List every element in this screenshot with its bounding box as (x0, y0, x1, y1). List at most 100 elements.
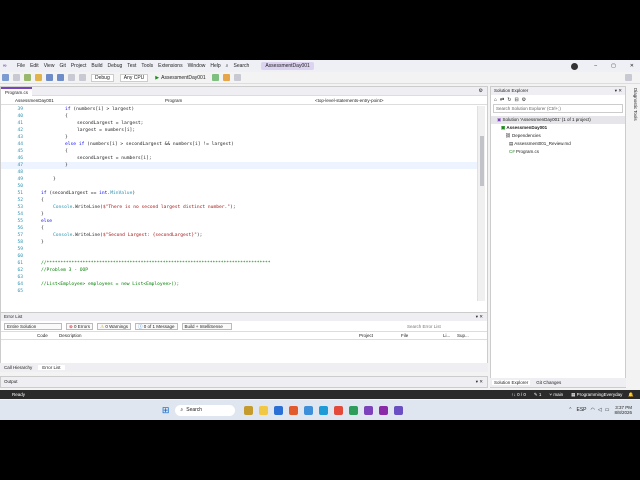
redo-icon[interactable] (79, 74, 86, 81)
taskbar-search[interactable]: ⌕ Search (175, 404, 236, 416)
member-nav-dropdown[interactable]: <top-level-statements-entry-point> (301, 98, 451, 103)
code-line[interactable]: 63 (1, 274, 477, 281)
code-line[interactable]: 40 { (1, 113, 477, 120)
onenote-icon[interactable] (379, 405, 389, 415)
code-line[interactable]: 60 (1, 253, 477, 260)
properties-icon[interactable]: ⚙ (522, 97, 526, 103)
maximize-icon[interactable]: ▢ (611, 63, 616, 69)
col-file[interactable]: File (401, 333, 443, 338)
language-indicator[interactable]: ESP (577, 407, 587, 413)
code-line[interactable]: 54} (1, 211, 477, 218)
close-icon[interactable]: ✕ (630, 63, 634, 69)
solution-search-input[interactable]: Search Solution Explorer (Ctrl+;) (493, 104, 623, 113)
code-line[interactable]: 42 largest = numbers[i]; (1, 127, 477, 134)
tab-git-changes[interactable]: Git Changes (536, 380, 561, 385)
code-line[interactable]: 64 //List<Employee> employees = new List<… (1, 281, 477, 288)
open-icon[interactable] (35, 74, 42, 81)
warnings-filter[interactable]: ⚠ 0 Warnings (97, 322, 131, 330)
code-line[interactable]: 47} (1, 162, 477, 169)
platform-dropdown[interactable]: Any CPU (119, 73, 149, 82)
hot-reload-icon[interactable] (222, 74, 230, 81)
undo-icon[interactable] (68, 74, 75, 81)
clock[interactable]: 3:37 PM 8/8/2026 (614, 405, 632, 415)
col-code[interactable]: Code (37, 333, 59, 338)
output-close-icon[interactable]: ▾ ✕ (476, 377, 483, 387)
scrollbar-thumb[interactable] (480, 136, 484, 186)
code-line[interactable]: 61 //************************************… (1, 260, 477, 267)
editor-scrollbar[interactable] (477, 106, 485, 301)
code-line[interactable]: 57 Console.WriteLine($"Second Largest: {s… (1, 232, 477, 239)
col-project[interactable]: Project (359, 333, 401, 338)
menu-build[interactable]: Build (91, 63, 102, 69)
run-button[interactable]: ▶ AssessmentDay001 (155, 75, 205, 81)
start-without-debugging-icon[interactable] (211, 74, 219, 81)
code-line[interactable]: 46 secondLargest = numbers[i]; (1, 155, 477, 162)
menu-view[interactable]: View (44, 63, 55, 69)
col-description[interactable]: Description (59, 333, 359, 338)
scope-dropdown[interactable]: Entire Solution (4, 322, 62, 330)
code-line[interactable]: 48 (1, 169, 477, 176)
git-pending-changes[interactable]: ✎ 1 (534, 392, 542, 398)
code-line[interactable]: 52 { (1, 197, 477, 204)
code-line[interactable]: 44 else if (numbers[i] > secondLargest &&… (1, 141, 477, 148)
code-line[interactable]: 55 else (1, 218, 477, 225)
code-line[interactable]: 50 (1, 183, 477, 190)
edge-icon[interactable] (319, 405, 329, 415)
project-nav-dropdown[interactable]: AssessmenDay001 (1, 98, 151, 103)
menu-extensions[interactable]: Extensions (158, 63, 182, 69)
app-icon-4[interactable] (394, 405, 404, 415)
code-line[interactable]: 62 //Problem 3 - OOP (1, 267, 477, 274)
code-line[interactable]: 45 { (1, 148, 477, 155)
code-line[interactable]: 58} (1, 239, 477, 246)
toolbar-extra-icon[interactable] (233, 74, 241, 81)
code-line[interactable]: 65 (1, 288, 477, 295)
menu-file[interactable]: File (17, 63, 25, 69)
visual-studio-taskbar-icon[interactable] (364, 405, 374, 415)
git-branch[interactable]: ⑂ main (549, 392, 563, 397)
code-line[interactable]: 41 secondLargest = largest; (1, 120, 477, 127)
tab-program-cs[interactable]: Program.cs (1, 86, 33, 96)
tab-call-hierarchy[interactable]: Call Hierarchy (4, 365, 32, 370)
code-area[interactable]: 39 if (numbers[i] > largest) 40 {41 secondLa… (1, 106, 477, 301)
error-search-input[interactable]: Search Error List (407, 324, 487, 329)
tree-program-file[interactable]: C# Program.cs (491, 148, 625, 156)
messages-filter[interactable]: ⓘ 0 of 1 Message (134, 322, 178, 330)
chrome-icon[interactable] (334, 405, 344, 415)
app-icon-3[interactable] (349, 405, 359, 415)
new-item-icon[interactable] (24, 74, 31, 81)
collapse-icon[interactable]: ⊟ (514, 97, 518, 103)
back-icon[interactable] (2, 74, 9, 81)
menu-tools[interactable]: Tools (141, 63, 153, 69)
build-filter-dropdown[interactable]: Build + IntelliSense (181, 322, 232, 330)
menu-help[interactable]: Help (210, 63, 220, 69)
code-line[interactable]: 59 (1, 246, 477, 253)
menu-test[interactable]: Test (127, 63, 136, 69)
col-suppression[interactable]: Sup... (457, 333, 469, 338)
save-icon[interactable] (46, 74, 53, 81)
app-icon-2[interactable] (304, 405, 314, 415)
menu-project[interactable]: Project (71, 63, 87, 69)
code-line[interactable]: 51 if (secondLargest == int.MinValue) (1, 190, 477, 197)
errors-filter[interactable]: ⊗ 0 Errors (66, 322, 94, 330)
save-all-icon[interactable] (57, 74, 64, 81)
solution-explorer-close-icon[interactable]: ▾ ✕ (615, 87, 622, 95)
avatar[interactable] (571, 62, 579, 70)
home-icon[interactable]: ⌂ (494, 97, 497, 103)
tab-error-list[interactable]: Error List (38, 365, 65, 370)
menu-search[interactable]: Search (233, 63, 249, 69)
windows-start-icon[interactable]: ⊞ (162, 405, 170, 416)
code-line[interactable]: 53 Console.WriteLine($"There is no second… (1, 204, 477, 211)
wifi-icon[interactable]: ◠ (591, 407, 595, 413)
code-line[interactable]: 49} (1, 176, 477, 183)
code-line[interactable]: 56 { (1, 225, 477, 232)
tree-dependencies-node[interactable]: ⛓ Dependencies (491, 132, 625, 140)
configuration-dropdown[interactable]: Debug (91, 73, 114, 82)
git-repo[interactable]: ▦ ProgrammingEveryday (571, 392, 622, 398)
store-icon[interactable] (274, 405, 284, 415)
sync-icon[interactable]: ⇄ (500, 97, 504, 103)
menu-debug[interactable]: Debug (108, 63, 123, 69)
file-explorer-icon[interactable] (259, 405, 269, 415)
code-line[interactable]: 43} (1, 134, 477, 141)
notifications-icon[interactable]: 🔔 (628, 392, 634, 398)
refresh-icon[interactable]: ↻ (507, 97, 511, 103)
